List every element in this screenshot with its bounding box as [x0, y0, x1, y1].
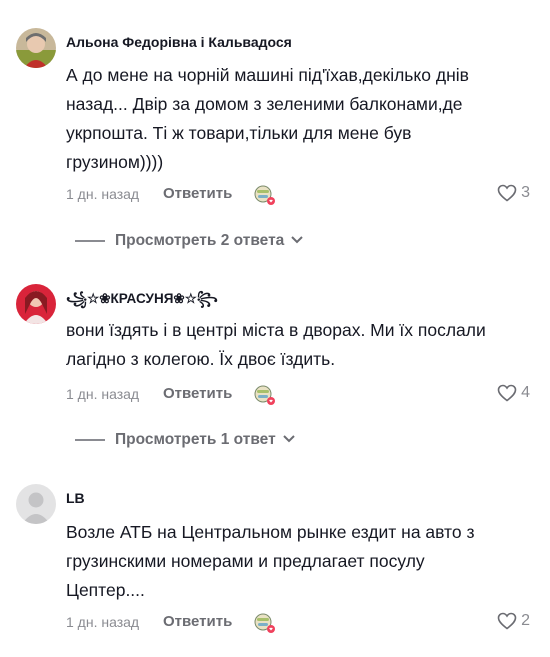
like-button[interactable]: 3: [497, 184, 530, 202]
view-replies-label: Просмотреть 2 ответа: [115, 232, 285, 249]
sticker-icon[interactable]: [252, 182, 278, 208]
comment-time: 1 дн. назад: [66, 186, 140, 202]
comment-meta: 1 дн. назад Ответить 2: [66, 612, 530, 636]
reply-button[interactable]: Ответить: [163, 185, 232, 202]
like-button[interactable]: 4: [497, 384, 530, 402]
avatar-image: [16, 28, 56, 68]
comment-author[interactable]: LB: [66, 490, 85, 506]
divider: [75, 439, 105, 441]
heart-outline-icon: [497, 612, 517, 630]
like-count: 2: [521, 612, 530, 629]
sticker-icon[interactable]: [252, 610, 278, 636]
heart-outline-icon: [497, 384, 517, 402]
avatar-image: [16, 284, 56, 324]
chevron-down-icon: [282, 431, 296, 449]
divider: [75, 240, 105, 242]
view-replies-label: Просмотреть 1 ответ: [115, 431, 276, 448]
avatar[interactable]: [16, 484, 56, 524]
reply-button[interactable]: Ответить: [163, 613, 232, 630]
comment-meta: 1 дн. назад Ответить 3: [66, 184, 530, 208]
comment-meta: 1 дн. назад Ответить 4: [66, 384, 530, 408]
comment-time: 1 дн. назад: [66, 386, 140, 402]
comment-author[interactable]: ꧁☆❀КРАСУНЯ❀☆꧂: [66, 289, 218, 316]
chevron-down-icon: [290, 232, 304, 250]
view-replies-button[interactable]: Просмотреть 2 ответа: [75, 232, 304, 250]
heart-outline-icon: [497, 184, 517, 202]
avatar[interactable]: [16, 284, 56, 324]
view-replies-button[interactable]: Просмотреть 1 ответ: [75, 431, 296, 449]
like-count: 4: [521, 384, 530, 401]
comment-text: А до мене на чорній машині під'їхав,декі…: [66, 65, 469, 172]
comment-time: 1 дн. назад: [66, 614, 140, 630]
like-button[interactable]: 2: [497, 612, 530, 630]
like-count: 3: [521, 184, 530, 201]
comment-author[interactable]: Альона Федорівна і Кальвадося: [66, 34, 292, 50]
sticker-icon[interactable]: [252, 382, 278, 408]
comment-text: Возле АТБ на Центральном рынке ездит на …: [66, 522, 475, 600]
comment-text: вони їздять і в центрі міста в дворах. М…: [66, 320, 486, 369]
avatar[interactable]: [16, 28, 56, 68]
default-avatar-icon: [16, 484, 56, 524]
reply-button[interactable]: Ответить: [163, 385, 232, 402]
